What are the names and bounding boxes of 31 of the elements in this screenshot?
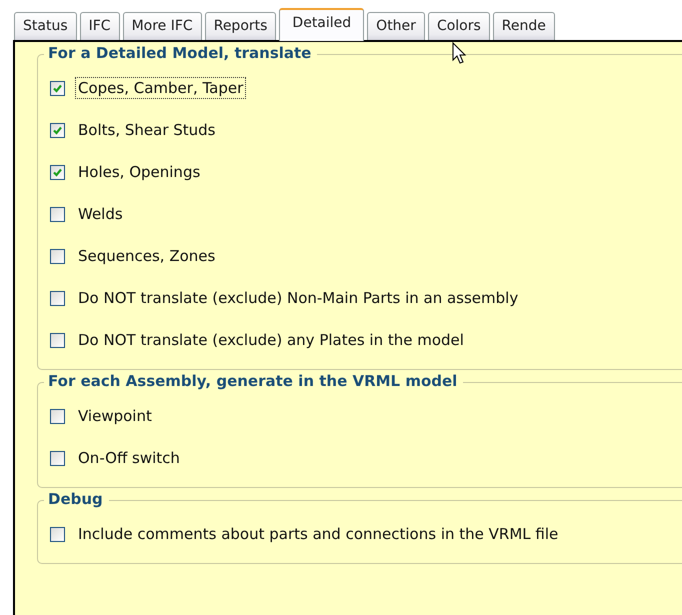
checkbox[interactable] bbox=[50, 248, 65, 264]
checkbox[interactable] bbox=[50, 80, 65, 96]
checkbox[interactable] bbox=[50, 206, 65, 222]
checkbox-label[interactable]: Viewpoint bbox=[75, 405, 155, 427]
checkbox[interactable] bbox=[50, 122, 65, 138]
checkbox[interactable] bbox=[50, 450, 65, 466]
tab[interactable]: Detailed bbox=[279, 8, 364, 41]
checkbox[interactable] bbox=[50, 332, 65, 348]
checkbox-label[interactable]: Sequences, Zones bbox=[75, 245, 218, 267]
group-title: Debug bbox=[44, 490, 109, 508]
checkbox-label[interactable]: Bolts, Shear Studs bbox=[75, 119, 218, 141]
checkbox-label[interactable]: Welds bbox=[75, 203, 126, 225]
group-title: For each Assembly, generate in the VRML model bbox=[44, 372, 464, 390]
checkbox[interactable] bbox=[50, 408, 65, 424]
checkbox-label[interactable]: Holes, Openings bbox=[75, 161, 204, 183]
checkbox[interactable] bbox=[50, 526, 65, 542]
checkbox-label[interactable]: Do NOT translate (exclude) Non-Main Parts in an assembly bbox=[75, 287, 522, 309]
tab[interactable]: Rende bbox=[492, 12, 555, 40]
tab[interactable]: Other bbox=[367, 12, 425, 40]
tab[interactable]: Reports bbox=[204, 12, 276, 40]
checkbox[interactable] bbox=[50, 164, 65, 180]
group-title: For a Detailed Model, translate bbox=[44, 44, 318, 62]
tab[interactable]: More IFC bbox=[122, 12, 202, 40]
checkbox-label[interactable]: Include comments about parts and connections in the VRML file bbox=[75, 523, 562, 545]
tab[interactable]: IFC bbox=[80, 12, 120, 40]
checkbox-label[interactable]: Do NOT translate (exclude) any Plates in the model bbox=[75, 329, 467, 351]
tab[interactable]: Colors bbox=[428, 12, 490, 40]
checkbox[interactable] bbox=[50, 290, 65, 306]
tab[interactable]: Status bbox=[14, 12, 77, 40]
checkbox-label[interactable]: Copes, Camber, Taper bbox=[75, 77, 246, 99]
checkbox-label[interactable]: On-Off switch bbox=[75, 447, 183, 469]
